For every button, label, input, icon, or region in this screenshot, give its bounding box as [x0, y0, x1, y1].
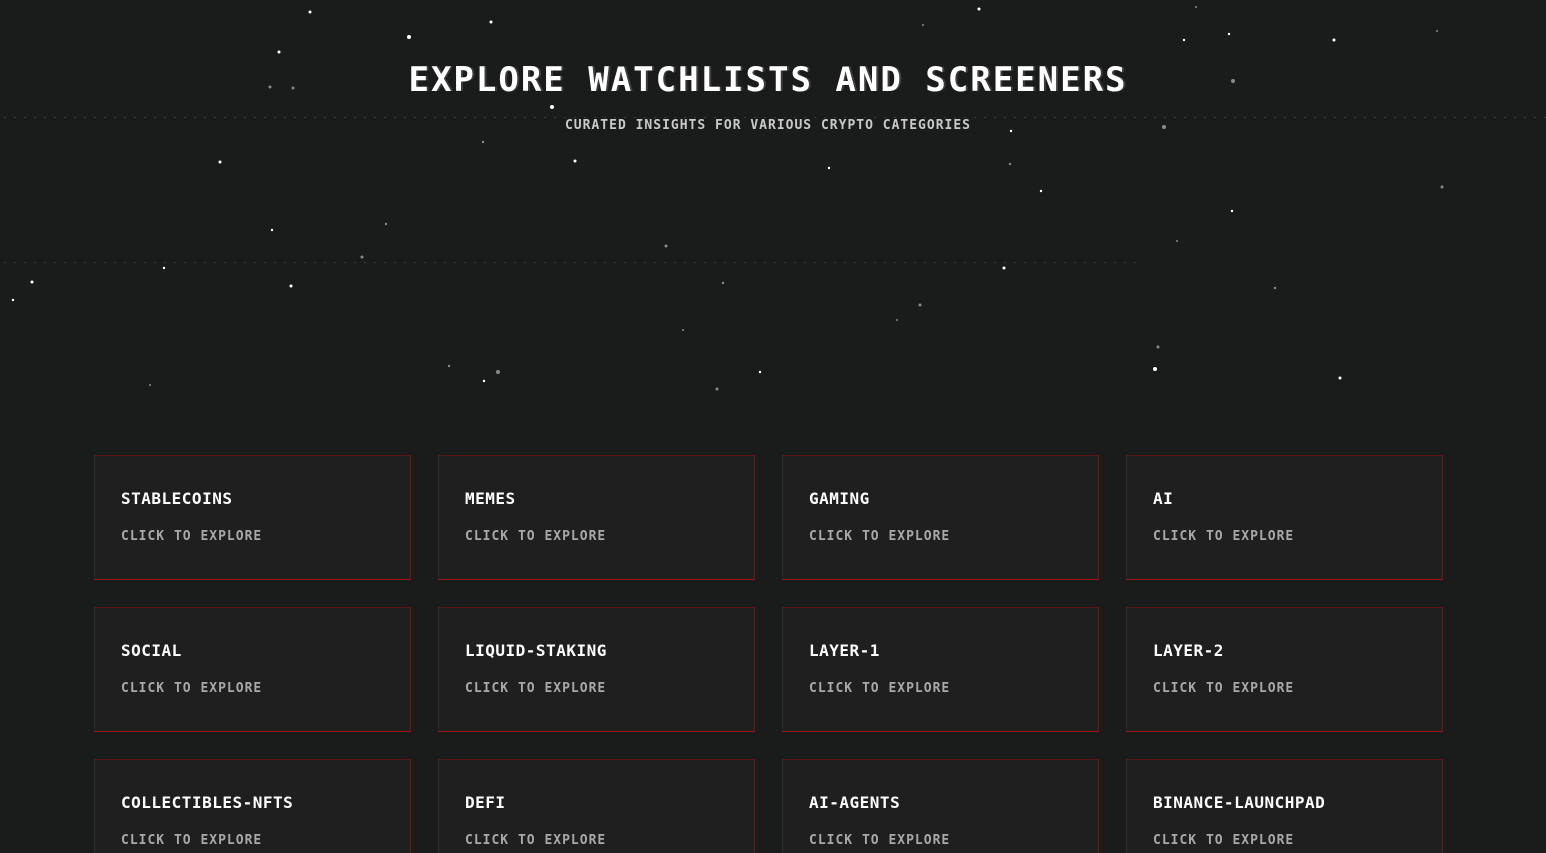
card-cta: Click to explore: [809, 681, 951, 696]
category-card-liquid-staking[interactable]: Liquid-staking Click to explore: [438, 607, 755, 732]
card-cta: Click to explore: [1153, 529, 1295, 544]
card-title: Defi: [465, 793, 506, 812]
category-card-stablecoins[interactable]: Stablecoins Click to explore: [94, 455, 411, 580]
page-subtitle: Curated insights for various crypto cate…: [564, 118, 972, 133]
category-card-ai-agents[interactable]: AI-agents Click to explore: [782, 759, 1099, 853]
card-title: Gaming: [809, 489, 870, 508]
card-cta: Click to explore: [465, 681, 607, 696]
card-title: Liquid-staking: [465, 641, 607, 660]
page-title: Explore Watchlists and Screeners: [408, 60, 1128, 100]
category-grid: Stablecoins Click to explore Memes Click…: [94, 455, 1444, 853]
category-card-memes[interactable]: Memes Click to explore: [438, 455, 755, 580]
card-cta: Click to explore: [121, 529, 263, 544]
card-cta: Click to explore: [121, 681, 263, 696]
category-card-binance-launchpad[interactable]: Binance-launchpad Click to explore: [1126, 759, 1443, 853]
card-cta: Click to explore: [121, 833, 263, 848]
card-cta: Click to explore: [809, 529, 951, 544]
category-card-layer-1[interactable]: Layer-1 Click to explore: [782, 607, 1099, 732]
category-card-social[interactable]: Social Click to explore: [94, 607, 411, 732]
category-card-collectibles-nfts[interactable]: Collectibles-nfts Click to explore: [94, 759, 411, 853]
card-title: Social: [121, 641, 182, 660]
card-title: Layer-2: [1153, 641, 1224, 660]
card-cta: Click to explore: [1153, 681, 1295, 696]
dotted-divider-middle: [0, 262, 1140, 263]
card-title: AI: [1153, 489, 1174, 508]
card-title: Memes: [465, 489, 516, 508]
card-cta: Click to explore: [465, 833, 607, 848]
category-card-defi[interactable]: Defi Click to explore: [438, 759, 755, 853]
category-card-gaming[interactable]: Gaming Click to explore: [782, 455, 1099, 580]
card-title: Layer-1: [809, 641, 880, 660]
card-title: AI-agents: [809, 793, 901, 812]
card-title: Collectibles-nfts: [121, 793, 294, 812]
card-cta: Click to explore: [465, 529, 607, 544]
card-title: Stablecoins: [121, 489, 233, 508]
card-cta: Click to explore: [809, 833, 951, 848]
category-card-ai[interactable]: AI Click to explore: [1126, 455, 1443, 580]
category-card-layer-2[interactable]: Layer-2 Click to explore: [1126, 607, 1443, 732]
card-cta: Click to explore: [1153, 833, 1295, 848]
card-title: Binance-launchpad: [1153, 793, 1326, 812]
